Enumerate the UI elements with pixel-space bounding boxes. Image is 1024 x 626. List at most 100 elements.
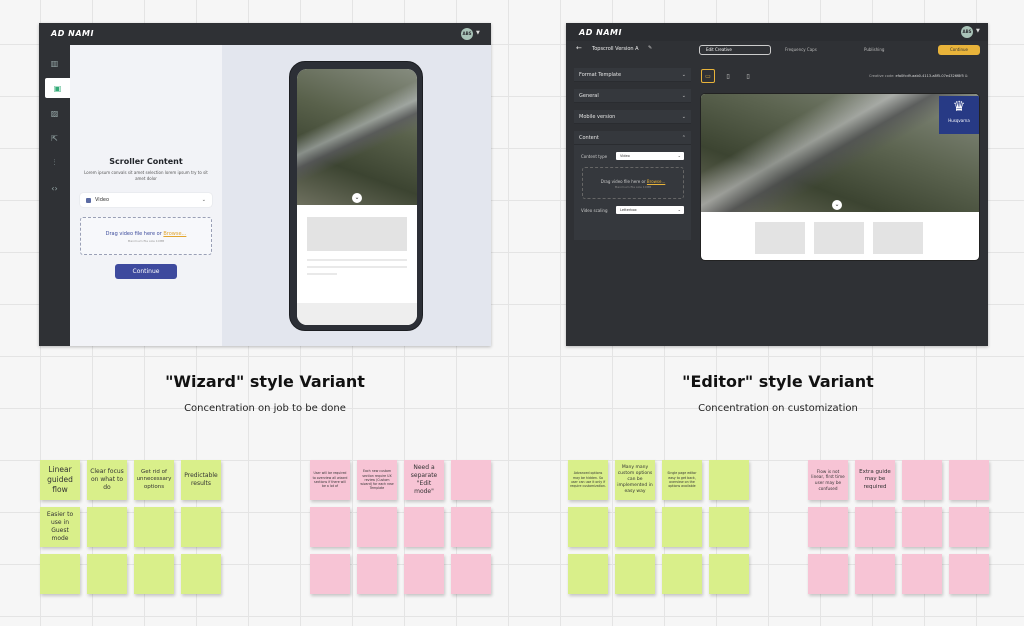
video-preview: ♛ Husqvarna ⌄	[701, 94, 979, 212]
edit-pencil-icon[interactable]: ✎	[648, 45, 652, 51]
wizard-top-bar: AD NAMI ABS ▼	[39, 23, 491, 45]
chevron-down-icon: ⌄	[681, 72, 686, 78]
sticky-note-green[interactable]: Easier to use in Guest mode	[40, 507, 80, 547]
back-arrow-icon[interactable]: ←	[576, 44, 582, 52]
drop-subtext: Maximum file size 10MB	[127, 239, 165, 243]
sticky-note-pink[interactable]	[451, 507, 491, 547]
continue-button[interactable]: Continue	[115, 264, 177, 279]
step-publishing[interactable]: Publishing	[858, 45, 928, 55]
desktop-icon[interactable]: ▭	[701, 69, 715, 83]
sticky-note-pink[interactable]	[855, 507, 895, 547]
sticky-note-pink[interactable]	[404, 507, 444, 547]
sticky-note-green[interactable]	[134, 507, 174, 547]
sticky-note-pink[interactable]	[855, 554, 895, 594]
sticky-note-green[interactable]	[709, 460, 749, 500]
placeholder-block	[814, 222, 864, 254]
sticky-note-pink[interactable]: Need a separate "Edit mode"	[404, 460, 444, 500]
sticky-note-green[interactable]	[181, 554, 221, 594]
video-drop-zone[interactable]: Drag video file here or Browse... Maximu…	[80, 217, 212, 255]
sticky-note-green[interactable]	[181, 507, 221, 547]
sticky-note-green[interactable]	[40, 554, 80, 594]
chevron-down-icon[interactable]: ⌄	[352, 193, 362, 203]
sticky-note-pink[interactable]	[902, 460, 942, 500]
sticky-note-pink[interactable]	[357, 554, 397, 594]
sliders-icon[interactable]: ⫶	[43, 153, 66, 173]
sticky-note-green[interactable]: Many many custom options can be implemen…	[615, 460, 655, 500]
section-format-template[interactable]: Format Template ⌄	[574, 68, 691, 82]
sticky-note-green[interactable]	[662, 554, 702, 594]
sticky-note-pink[interactable]	[404, 554, 444, 594]
section-mobile-version[interactable]: Mobile version ⌄	[574, 110, 691, 124]
layout-icon[interactable]: ▥	[43, 53, 66, 73]
avatar[interactable]: ABS	[961, 26, 973, 38]
sticky-note-green[interactable]	[615, 554, 655, 594]
sticky-note-green[interactable]: Linear guided flow	[40, 460, 80, 500]
content-type-select[interactable]: Video ⌄	[616, 152, 684, 160]
picture-icon[interactable]: ▨	[43, 103, 66, 123]
husqvarna-crown-icon: ♛	[952, 99, 966, 115]
code-icon[interactable]: ‹›	[43, 178, 66, 198]
sticky-note-green[interactable]	[568, 507, 608, 547]
editor-top-bar: AD NAMI ABS ▼	[566, 23, 988, 41]
mobile-icon[interactable]: ▯	[721, 69, 735, 83]
placeholder-block	[307, 217, 407, 251]
tablet-icon[interactable]: ▯	[741, 69, 755, 83]
sticky-note-pink[interactable]: Extra guide may be required	[855, 460, 895, 500]
sticky-note-green[interactable]: Predictable results	[181, 460, 221, 500]
sticky-note-pink[interactable]	[451, 554, 491, 594]
sticky-note-pink[interactable]	[949, 507, 989, 547]
sticky-note-pink[interactable]	[902, 554, 942, 594]
sticky-note-green[interactable]	[87, 554, 127, 594]
sticky-note-pink[interactable]	[808, 507, 848, 547]
sticky-note-pink[interactable]: Flow is not linear, first time user may …	[808, 460, 848, 500]
section-general[interactable]: General ⌄	[574, 89, 691, 103]
drop-text: Drag video file here or	[600, 179, 646, 184]
image-icon[interactable]: ▣	[45, 78, 70, 98]
placeholder-line	[307, 273, 337, 275]
content-type-select[interactable]: Video ⌄	[80, 193, 212, 207]
video-scaling-select[interactable]: Letterbox ⌄	[616, 206, 684, 214]
sticky-note-green[interactable]	[568, 554, 608, 594]
step-edit-creative[interactable]: Edit Creative	[699, 45, 771, 55]
chevron-down-icon: ⌄	[677, 207, 681, 212]
sticky-note-pink[interactable]	[310, 507, 350, 547]
sticky-note-pink[interactable]	[949, 554, 989, 594]
sticky-note-pink[interactable]	[357, 507, 397, 547]
sticky-note-green[interactable]	[87, 507, 127, 547]
continue-button[interactable]: Continue	[938, 45, 980, 55]
sticky-note-pink[interactable]	[949, 460, 989, 500]
sticky-note-pink[interactable]	[808, 554, 848, 594]
copy-icon[interactable]: ⧉	[965, 74, 968, 78]
sticky-note-pink[interactable]	[902, 507, 942, 547]
placeholder-line	[307, 266, 407, 268]
sticky-note-pink[interactable]: Each new custom section require UX revie…	[357, 460, 397, 500]
editor-variant-title: "Editor" style Variant	[682, 372, 874, 391]
video-drop-zone[interactable]: Drag video file here or Browse... Maximu…	[582, 167, 684, 199]
avatar[interactable]: ABS	[461, 28, 473, 40]
browse-link[interactable]: Browse...	[163, 231, 186, 237]
section-content[interactable]: Content ⌃	[574, 131, 691, 145]
sticky-note-green[interactable]: Get rid of unnecessary options	[134, 460, 174, 500]
drop-text: Drag video file here or	[105, 231, 162, 237]
step-frequency-caps[interactable]: Frequency Caps	[779, 45, 849, 55]
editor-screenshot: AD NAMI ABS ▼ ← Topscroll Version A ✎ Ed…	[566, 23, 988, 346]
sticky-note-pink[interactable]	[451, 460, 491, 500]
sticky-note-green[interactable]: Clear focus on what to do	[87, 460, 127, 500]
chevron-down-icon[interactable]: ⌄	[832, 200, 842, 210]
external-link-icon[interactable]: ⇱	[43, 128, 66, 148]
sticky-note-pink[interactable]	[310, 554, 350, 594]
sticky-note-green[interactable]	[709, 554, 749, 594]
sticky-note-green[interactable]: Single page editor easy to get back, ove…	[662, 460, 702, 500]
sticky-note-green[interactable]	[615, 507, 655, 547]
content-type-label: Content type	[581, 154, 608, 159]
chevron-down-icon[interactable]: ▼	[476, 30, 480, 36]
sticky-note-green[interactable]	[134, 554, 174, 594]
sticky-note-pink[interactable]: User will be required to overview all wi…	[310, 460, 350, 500]
sticky-note-green[interactable]	[709, 507, 749, 547]
panel-description: Lorem ipsum convals sit amet selection l…	[84, 170, 208, 181]
sticky-note-green[interactable]	[662, 507, 702, 547]
video-icon	[86, 197, 91, 203]
browse-link[interactable]: Browse...	[647, 179, 665, 184]
sticky-note-green[interactable]: Advanced options may be hidden. So user …	[568, 460, 608, 500]
chevron-down-icon[interactable]: ▼	[976, 28, 980, 34]
